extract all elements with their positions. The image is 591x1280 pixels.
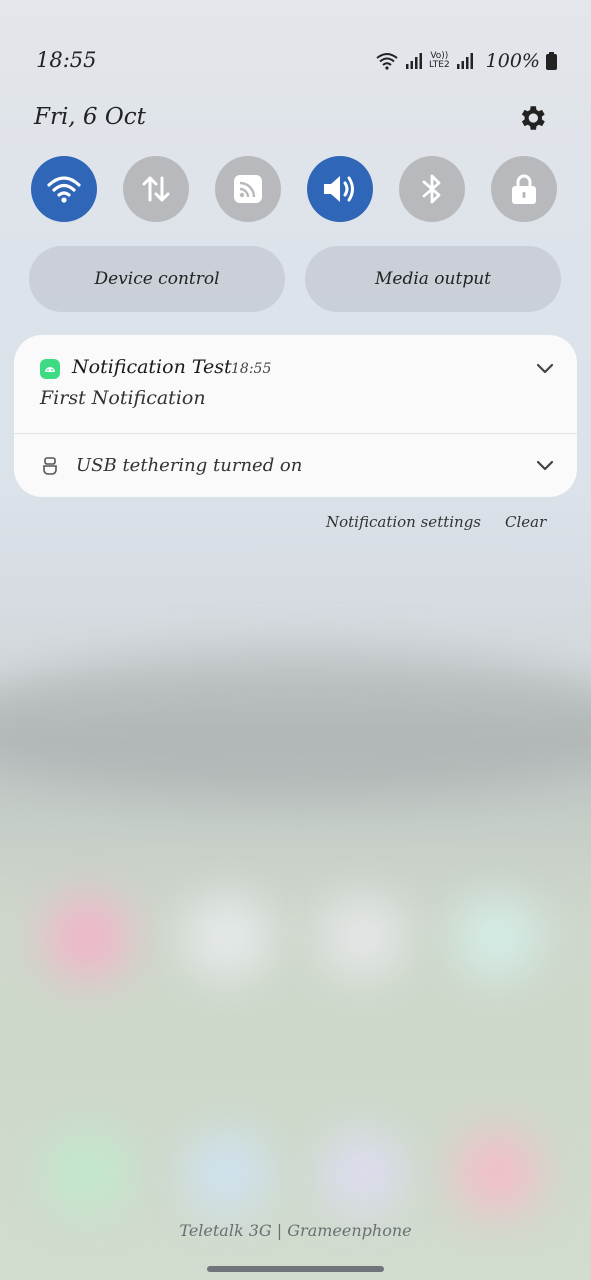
clock: 18:55 xyxy=(36,48,97,72)
notification-card: Notification Test 18:55 First Notificati… xyxy=(14,335,577,497)
battery-icon xyxy=(546,52,557,70)
chevron-down-icon[interactable] xyxy=(536,363,554,375)
battery-percent: 100% xyxy=(485,50,540,72)
usb-tethering-text: USB tethering turned on xyxy=(76,455,303,476)
notification-item-usb[interactable]: USB tethering turned on xyxy=(14,434,577,497)
bluetooth-icon xyxy=(422,174,441,204)
wifi-icon xyxy=(47,176,81,203)
status-icons: Vo)) LTE2 100% xyxy=(375,50,557,72)
cast-icon xyxy=(234,175,262,203)
bluetooth-tile[interactable] xyxy=(399,156,465,222)
gear-icon[interactable] xyxy=(516,102,548,134)
date-label: Fri, 6 Oct xyxy=(34,104,146,130)
device-control-button[interactable]: Device control xyxy=(29,246,285,312)
device-control-label: Device control xyxy=(94,269,220,289)
lock-icon xyxy=(512,174,536,204)
usb-icon xyxy=(43,457,57,475)
clear-button[interactable]: Clear xyxy=(505,513,546,531)
notification-body: First Notification xyxy=(40,387,206,409)
notification-app-name: Notification Test xyxy=(72,356,232,378)
network-type-label: Vo)) LTE2 xyxy=(429,52,450,70)
wifi-tile[interactable] xyxy=(31,156,97,222)
lock-tile[interactable] xyxy=(491,156,557,222)
media-output-label: Media output xyxy=(374,269,491,289)
notification-time: 18:55 xyxy=(231,361,272,377)
signal-icon-2 xyxy=(456,53,473,69)
sound-icon xyxy=(324,176,354,202)
notification-settings-link[interactable]: Notification settings xyxy=(326,513,481,531)
media-output-button[interactable]: Media output xyxy=(305,246,561,312)
android-icon xyxy=(40,359,60,379)
status-bar: 18:55 Vo)) LTE2 100% xyxy=(0,0,591,90)
navigation-handle[interactable] xyxy=(207,1266,384,1272)
signal-icon xyxy=(405,53,422,69)
carrier-label: Teletalk 3G | Grameenphone xyxy=(179,1221,412,1240)
cast-tile[interactable] xyxy=(215,156,281,222)
wifi-status-icon xyxy=(376,53,398,70)
lte-label: LTE2 xyxy=(428,60,450,70)
quick-settings-row xyxy=(31,156,561,224)
chevron-down-icon[interactable] xyxy=(536,460,554,472)
mobile-data-tile[interactable] xyxy=(123,156,189,222)
mobile-data-icon xyxy=(142,176,170,202)
sound-tile[interactable] xyxy=(307,156,373,222)
notification-item[interactable]: Notification Test 18:55 First Notificati… xyxy=(14,335,577,433)
